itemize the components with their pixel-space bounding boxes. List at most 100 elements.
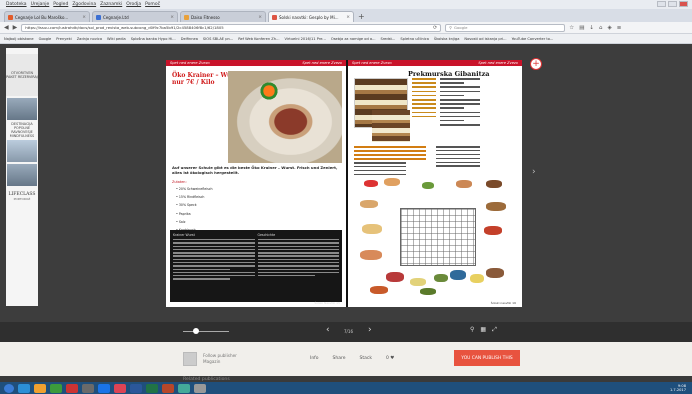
- publisher-avatar[interactable]: [183, 352, 197, 366]
- ad-banner[interactable]: OTVORITVEN PAKET REZERVIRAJ: [6, 54, 38, 96]
- previous-page-button[interactable]: ‹: [326, 325, 330, 335]
- magazine-spread: Spet ned enere Zvezo Spet ned enere Zvez…: [166, 60, 522, 307]
- bookmark-item[interactable]: Zadnja novica: [77, 37, 102, 41]
- recipe-ingredients: [440, 78, 480, 128]
- taskbar-app-icon[interactable]: [194, 383, 206, 393]
- recipe-steps-2: [436, 146, 480, 169]
- bookmark-item[interactable]: Sredst...: [381, 37, 396, 41]
- close-tab-icon[interactable]: ×: [258, 15, 262, 20]
- bookmark-item[interactable]: Novosti od iskanja pri...: [464, 37, 506, 41]
- menu-item[interactable]: Urejanje: [31, 2, 50, 7]
- side-advertisement[interactable]: OTVORITVEN PAKET REZERVIRAJ DESTINACIJA …: [6, 48, 38, 306]
- grid-view-icon[interactable]: ▦: [480, 326, 486, 334]
- taskbar-app-icon[interactable]: [178, 383, 190, 393]
- zoom-slider[interactable]: [183, 331, 229, 332]
- pocket-icon[interactable]: ◈: [608, 25, 612, 31]
- search-placeholder: Google: [454, 25, 468, 30]
- fullscreen-icon[interactable]: ⤢: [492, 326, 497, 334]
- bookmarks-bar: Najbolj obiskane Google Prenyeki Zadnja nov…: [0, 34, 692, 44]
- bookmark-item[interactable]: Wiki pedia: [107, 37, 126, 41]
- right-page[interactable]: Spet ned enere Zvezo Spet ned enere Zvez…: [348, 60, 522, 307]
- bookmark-item[interactable]: Virtuelni 2016/11 Pre...: [284, 37, 325, 41]
- tab-label: Daiso Fitnesso: [191, 14, 220, 20]
- bookmark-item[interactable]: Delfinnea: [181, 37, 198, 41]
- menu-item[interactable]: Pomoč: [145, 2, 160, 7]
- browser-tab[interactable]: Šolski nasvtki: Gesplo by Mi... ×: [268, 11, 354, 22]
- bookmark-item[interactable]: Najbolj obiskane: [4, 37, 34, 41]
- bookmark-item[interactable]: Splošna banka Hypo Hi...: [131, 37, 176, 41]
- menu-item[interactable]: Zaznamki: [100, 2, 122, 7]
- menu-bar: Datoteka Urejanje Pogled Zgodovina Zaznamki O…: [0, 0, 692, 9]
- next-page-button[interactable]: ›: [368, 325, 372, 335]
- bookmark-item[interactable]: Školska knjiga: [434, 37, 460, 41]
- close-tab-icon[interactable]: ×: [346, 15, 350, 20]
- publisher-sub: Magazin: [203, 359, 221, 364]
- column-1-heading: Krainer Wurst: [173, 233, 195, 237]
- menu-icon[interactable]: ≡: [617, 25, 622, 31]
- menu-item[interactable]: Zgodovina: [72, 2, 96, 7]
- tab-label: Cegnarje.Ltd: [103, 14, 129, 20]
- bookmark-item[interactable]: Prenyeki: [56, 37, 71, 41]
- search-doc-icon[interactable]: ⚲: [470, 326, 474, 334]
- taskbar-app-icon[interactable]: [162, 383, 174, 393]
- right-header-bar: Spet ned enere Zvezo Spet ned enere Zvez…: [348, 60, 522, 66]
- next-page-arrow-icon[interactable]: ›: [532, 167, 536, 177]
- taskbar-app-icon[interactable]: [18, 383, 30, 393]
- info-link[interactable]: Info: [310, 356, 319, 361]
- tab-favicon-icon: [8, 14, 13, 20]
- right-header-left: Spet ned enere Zvezo: [352, 61, 392, 65]
- article-text-box: Krainer Wurst Geschichte: [170, 230, 342, 302]
- taskbar-app-icon[interactable]: [66, 383, 78, 393]
- zoom-slider-knob[interactable]: [193, 328, 199, 334]
- taskbar-app-icon[interactable]: [146, 383, 158, 393]
- bookmark-item[interactable]: Spletna učilnica: [400, 37, 429, 41]
- left-page[interactable]: Spet ned enere Zvezo Spet ned enere Zvez…: [166, 60, 346, 307]
- cake-photo-2: [372, 110, 410, 142]
- menu-item[interactable]: Datoteka: [6, 2, 27, 7]
- reload-icon[interactable]: ⟳: [433, 25, 437, 31]
- close-tab-icon[interactable]: ×: [170, 15, 174, 20]
- article-column-2: Geschichte: [257, 233, 339, 299]
- back-icon[interactable]: ◀: [4, 24, 9, 31]
- bookmark-item[interactable]: Google: [39, 37, 52, 41]
- right-page-title: Prekmurska Gibanitza: [408, 70, 490, 78]
- reading-list-icon[interactable]: ▤: [579, 25, 584, 31]
- ad-heading: OTVORITVEN PAKET REZERVIRAJ: [6, 71, 38, 79]
- start-button[interactable]: [4, 383, 14, 393]
- bookmark-item[interactable]: Ref Web Konferen Zh...: [238, 37, 279, 41]
- close-tab-icon[interactable]: ×: [82, 15, 86, 20]
- info-link[interactable]: 0 ♥: [386, 356, 394, 361]
- bookmark-item[interactable]: YouTube Converter to...: [512, 37, 554, 41]
- taskbar-app-icon[interactable]: [98, 383, 110, 393]
- publisher-info: Follow publisher Magazin: [203, 353, 237, 365]
- browser-tab[interactable]: Cegnarje.Ltd ×: [92, 11, 178, 22]
- search-input[interactable]: ⚲ Google: [445, 23, 566, 32]
- url-field[interactable]: https://issuu.com/lustrahdk/docs/sol_pro…: [21, 23, 442, 32]
- taskbar-app-icon[interactable]: [114, 383, 126, 393]
- info-link[interactable]: Share: [333, 356, 346, 361]
- taskbar-app-icon[interactable]: [50, 383, 62, 393]
- browser-tab[interactable]: Cegnarje Lol Bu Maroško... ×: [4, 11, 90, 22]
- window-controls: [657, 1, 688, 7]
- taskbar-app-icon[interactable]: [34, 383, 46, 393]
- taskbar-app-icon[interactable]: [130, 383, 142, 393]
- minimize-button[interactable]: [657, 1, 666, 7]
- tab-favicon-icon: [272, 14, 277, 20]
- home-icon[interactable]: ⌂: [599, 25, 603, 31]
- menu-item[interactable]: Pogled: [53, 2, 68, 7]
- menu-item[interactable]: Orodja: [126, 2, 141, 7]
- close-window-button[interactable]: [679, 1, 688, 7]
- publish-button[interactable]: YOU CAN PUBLISH THIS: [454, 350, 520, 366]
- bookmark-star-icon[interactable]: ☆: [569, 25, 574, 31]
- forward-icon[interactable]: ▶: [13, 24, 18, 31]
- info-links: Info Share Stack 0 ♥: [310, 356, 394, 361]
- taskbar-app-icon[interactable]: [82, 383, 94, 393]
- add-icon[interactable]: +: [530, 58, 542, 70]
- bookmark-item[interactable]: SIOS SBLAE pn...: [203, 37, 233, 41]
- info-link[interactable]: Stack: [360, 356, 372, 361]
- download-icon[interactable]: ↓: [589, 25, 594, 31]
- new-tab-button[interactable]: +: [358, 11, 365, 22]
- browser-tab[interactable]: Daiso Fitnesso ×: [180, 11, 266, 22]
- bookmark-item[interactable]: Osebja za namige od a...: [331, 37, 376, 41]
- maximize-button[interactable]: [668, 1, 677, 7]
